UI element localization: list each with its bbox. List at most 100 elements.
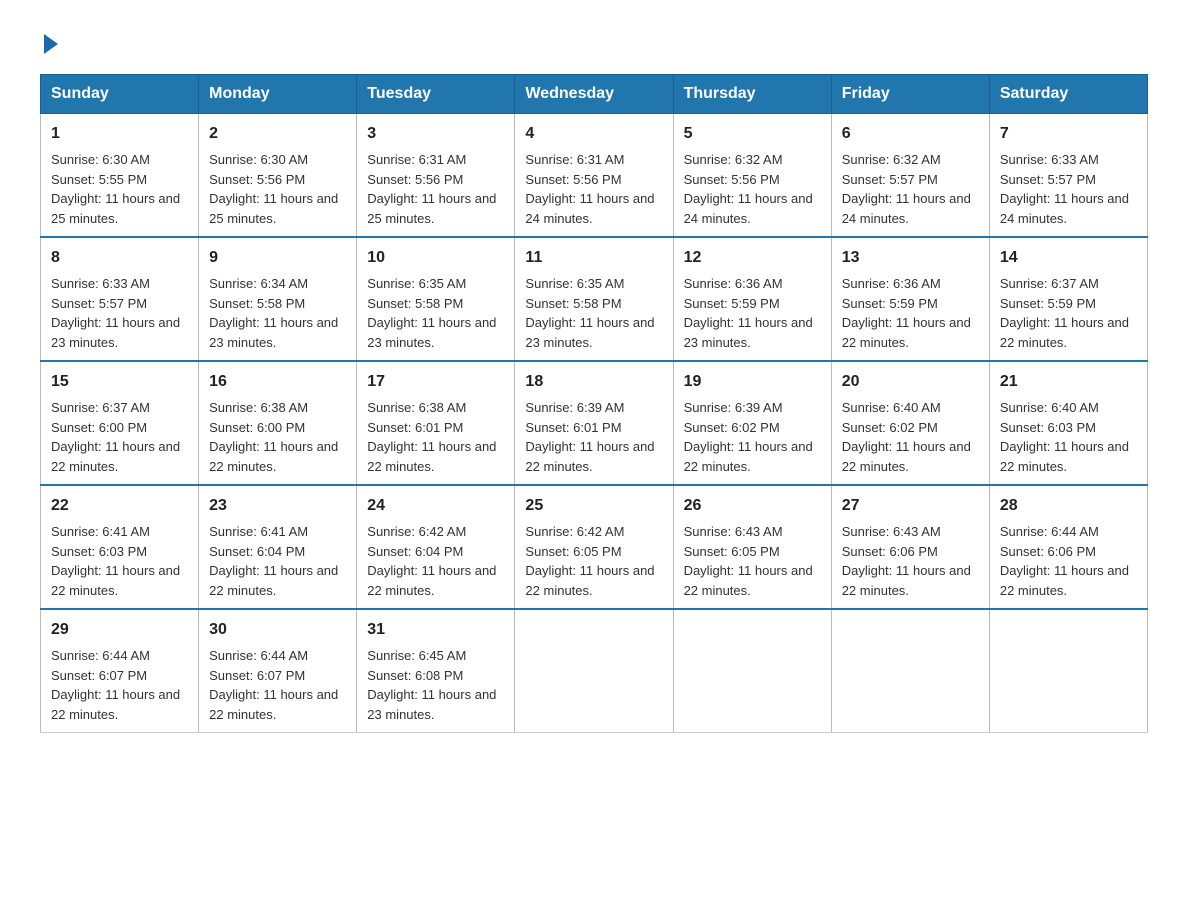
- calendar-cell: [673, 609, 831, 733]
- day-info: Sunrise: 6:45 AMSunset: 6:08 PMDaylight:…: [367, 648, 496, 722]
- day-number: 1: [51, 122, 188, 146]
- day-number: 22: [51, 494, 188, 518]
- day-number: 17: [367, 370, 504, 394]
- day-number: 19: [684, 370, 821, 394]
- day-number: 8: [51, 246, 188, 270]
- day-number: 21: [1000, 370, 1137, 394]
- calendar-cell: [515, 609, 673, 733]
- day-info: Sunrise: 6:43 AMSunset: 6:06 PMDaylight:…: [842, 524, 971, 598]
- weekday-header-saturday: Saturday: [989, 75, 1147, 114]
- calendar-cell: 31 Sunrise: 6:45 AMSunset: 6:08 PMDaylig…: [357, 609, 515, 733]
- calendar-table: SundayMondayTuesdayWednesdayThursdayFrid…: [40, 74, 1148, 733]
- day-info: Sunrise: 6:31 AMSunset: 5:56 PMDaylight:…: [525, 152, 654, 226]
- day-info: Sunrise: 6:41 AMSunset: 6:04 PMDaylight:…: [209, 524, 338, 598]
- weekday-header-row: SundayMondayTuesdayWednesdayThursdayFrid…: [41, 75, 1148, 114]
- calendar-week-row: 1 Sunrise: 6:30 AMSunset: 5:55 PMDayligh…: [41, 114, 1148, 238]
- calendar-cell: 20 Sunrise: 6:40 AMSunset: 6:02 PMDaylig…: [831, 361, 989, 485]
- calendar-cell: 2 Sunrise: 6:30 AMSunset: 5:56 PMDayligh…: [199, 114, 357, 238]
- day-number: 6: [842, 122, 979, 146]
- day-info: Sunrise: 6:40 AMSunset: 6:02 PMDaylight:…: [842, 400, 971, 474]
- day-info: Sunrise: 6:39 AMSunset: 6:02 PMDaylight:…: [684, 400, 813, 474]
- calendar-cell: 19 Sunrise: 6:39 AMSunset: 6:02 PMDaylig…: [673, 361, 831, 485]
- calendar-cell: [831, 609, 989, 733]
- calendar-cell: 16 Sunrise: 6:38 AMSunset: 6:00 PMDaylig…: [199, 361, 357, 485]
- calendar-cell: [989, 609, 1147, 733]
- day-info: Sunrise: 6:40 AMSunset: 6:03 PMDaylight:…: [1000, 400, 1129, 474]
- day-info: Sunrise: 6:30 AMSunset: 5:55 PMDaylight:…: [51, 152, 180, 226]
- calendar-week-row: 15 Sunrise: 6:37 AMSunset: 6:00 PMDaylig…: [41, 361, 1148, 485]
- day-info: Sunrise: 6:31 AMSunset: 5:56 PMDaylight:…: [367, 152, 496, 226]
- day-info: Sunrise: 6:44 AMSunset: 6:07 PMDaylight:…: [209, 648, 338, 722]
- calendar-cell: 27 Sunrise: 6:43 AMSunset: 6:06 PMDaylig…: [831, 485, 989, 609]
- calendar-body: 1 Sunrise: 6:30 AMSunset: 5:55 PMDayligh…: [41, 114, 1148, 733]
- day-info: Sunrise: 6:42 AMSunset: 6:04 PMDaylight:…: [367, 524, 496, 598]
- day-info: Sunrise: 6:33 AMSunset: 5:57 PMDaylight:…: [1000, 152, 1129, 226]
- calendar-cell: 1 Sunrise: 6:30 AMSunset: 5:55 PMDayligh…: [41, 114, 199, 238]
- day-info: Sunrise: 6:36 AMSunset: 5:59 PMDaylight:…: [684, 276, 813, 350]
- day-number: 30: [209, 618, 346, 642]
- day-info: Sunrise: 6:34 AMSunset: 5:58 PMDaylight:…: [209, 276, 338, 350]
- day-number: 4: [525, 122, 662, 146]
- calendar-cell: 23 Sunrise: 6:41 AMSunset: 6:04 PMDaylig…: [199, 485, 357, 609]
- calendar-cell: 30 Sunrise: 6:44 AMSunset: 6:07 PMDaylig…: [199, 609, 357, 733]
- day-number: 26: [684, 494, 821, 518]
- calendar-week-row: 8 Sunrise: 6:33 AMSunset: 5:57 PMDayligh…: [41, 237, 1148, 361]
- day-info: Sunrise: 6:35 AMSunset: 5:58 PMDaylight:…: [367, 276, 496, 350]
- day-number: 10: [367, 246, 504, 270]
- day-number: 29: [51, 618, 188, 642]
- day-info: Sunrise: 6:37 AMSunset: 5:59 PMDaylight:…: [1000, 276, 1129, 350]
- calendar-cell: 15 Sunrise: 6:37 AMSunset: 6:00 PMDaylig…: [41, 361, 199, 485]
- weekday-header-sunday: Sunday: [41, 75, 199, 114]
- day-info: Sunrise: 6:42 AMSunset: 6:05 PMDaylight:…: [525, 524, 654, 598]
- day-number: 15: [51, 370, 188, 394]
- day-number: 2: [209, 122, 346, 146]
- calendar-cell: 8 Sunrise: 6:33 AMSunset: 5:57 PMDayligh…: [41, 237, 199, 361]
- calendar-cell: 4 Sunrise: 6:31 AMSunset: 5:56 PMDayligh…: [515, 114, 673, 238]
- calendar-cell: 21 Sunrise: 6:40 AMSunset: 6:03 PMDaylig…: [989, 361, 1147, 485]
- day-info: Sunrise: 6:44 AMSunset: 6:07 PMDaylight:…: [51, 648, 180, 722]
- calendar-cell: 5 Sunrise: 6:32 AMSunset: 5:56 PMDayligh…: [673, 114, 831, 238]
- day-number: 12: [684, 246, 821, 270]
- day-info: Sunrise: 6:32 AMSunset: 5:56 PMDaylight:…: [684, 152, 813, 226]
- calendar-cell: 9 Sunrise: 6:34 AMSunset: 5:58 PMDayligh…: [199, 237, 357, 361]
- day-info: Sunrise: 6:32 AMSunset: 5:57 PMDaylight:…: [842, 152, 971, 226]
- calendar-cell: 22 Sunrise: 6:41 AMSunset: 6:03 PMDaylig…: [41, 485, 199, 609]
- day-number: 3: [367, 122, 504, 146]
- calendar-cell: 17 Sunrise: 6:38 AMSunset: 6:01 PMDaylig…: [357, 361, 515, 485]
- day-number: 27: [842, 494, 979, 518]
- day-number: 28: [1000, 494, 1137, 518]
- calendar-cell: 10 Sunrise: 6:35 AMSunset: 5:58 PMDaylig…: [357, 237, 515, 361]
- day-info: Sunrise: 6:38 AMSunset: 6:00 PMDaylight:…: [209, 400, 338, 474]
- weekday-header-tuesday: Tuesday: [357, 75, 515, 114]
- calendar-cell: 7 Sunrise: 6:33 AMSunset: 5:57 PMDayligh…: [989, 114, 1147, 238]
- day-number: 24: [367, 494, 504, 518]
- day-info: Sunrise: 6:30 AMSunset: 5:56 PMDaylight:…: [209, 152, 338, 226]
- day-number: 16: [209, 370, 346, 394]
- calendar-cell: 24 Sunrise: 6:42 AMSunset: 6:04 PMDaylig…: [357, 485, 515, 609]
- day-number: 25: [525, 494, 662, 518]
- day-info: Sunrise: 6:41 AMSunset: 6:03 PMDaylight:…: [51, 524, 180, 598]
- calendar-cell: 29 Sunrise: 6:44 AMSunset: 6:07 PMDaylig…: [41, 609, 199, 733]
- day-info: Sunrise: 6:37 AMSunset: 6:00 PMDaylight:…: [51, 400, 180, 474]
- logo-arrow-icon: [44, 34, 58, 54]
- calendar-week-row: 22 Sunrise: 6:41 AMSunset: 6:03 PMDaylig…: [41, 485, 1148, 609]
- weekday-header-thursday: Thursday: [673, 75, 831, 114]
- calendar-week-row: 29 Sunrise: 6:44 AMSunset: 6:07 PMDaylig…: [41, 609, 1148, 733]
- calendar-cell: 11 Sunrise: 6:35 AMSunset: 5:58 PMDaylig…: [515, 237, 673, 361]
- day-number: 31: [367, 618, 504, 642]
- day-info: Sunrise: 6:44 AMSunset: 6:06 PMDaylight:…: [1000, 524, 1129, 598]
- calendar-cell: 3 Sunrise: 6:31 AMSunset: 5:56 PMDayligh…: [357, 114, 515, 238]
- calendar-cell: 25 Sunrise: 6:42 AMSunset: 6:05 PMDaylig…: [515, 485, 673, 609]
- day-number: 14: [1000, 246, 1137, 270]
- weekday-header-monday: Monday: [199, 75, 357, 114]
- page-header: [40, 30, 1148, 54]
- calendar-cell: 6 Sunrise: 6:32 AMSunset: 5:57 PMDayligh…: [831, 114, 989, 238]
- day-info: Sunrise: 6:38 AMSunset: 6:01 PMDaylight:…: [367, 400, 496, 474]
- day-number: 13: [842, 246, 979, 270]
- day-number: 5: [684, 122, 821, 146]
- calendar-cell: 14 Sunrise: 6:37 AMSunset: 5:59 PMDaylig…: [989, 237, 1147, 361]
- logo: [40, 30, 58, 54]
- day-info: Sunrise: 6:36 AMSunset: 5:59 PMDaylight:…: [842, 276, 971, 350]
- calendar-cell: 28 Sunrise: 6:44 AMSunset: 6:06 PMDaylig…: [989, 485, 1147, 609]
- day-info: Sunrise: 6:39 AMSunset: 6:01 PMDaylight:…: [525, 400, 654, 474]
